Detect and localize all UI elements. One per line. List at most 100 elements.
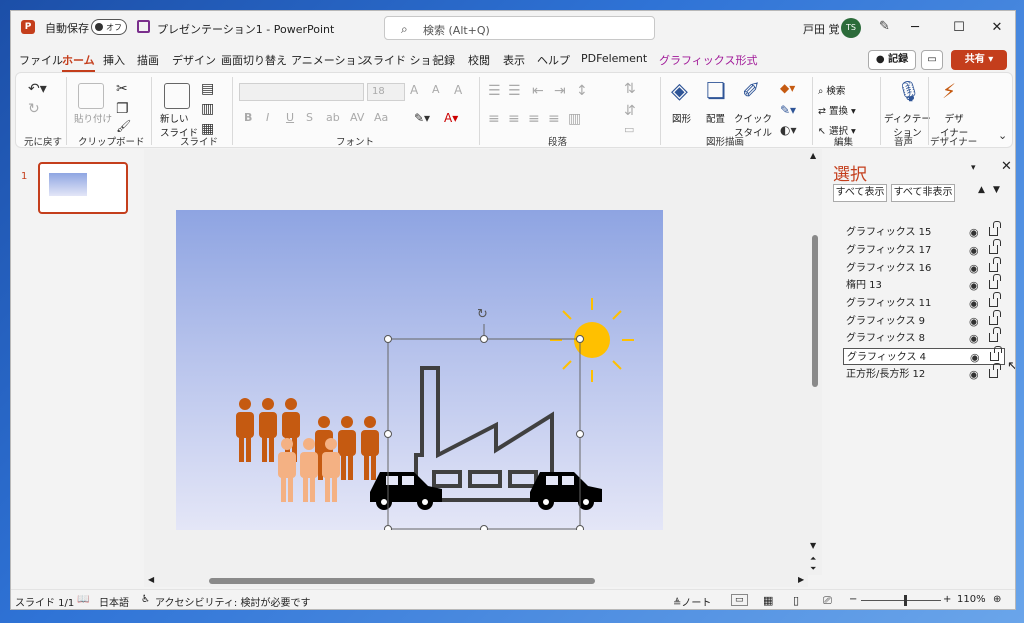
pane-options-icon[interactable]: ▾ [971,163,976,173]
comment-icon[interactable]: ▭ [921,50,943,70]
increase-indent-icon[interactable]: ⇥ [554,83,566,99]
selection-item-selected[interactable]: グラフィックス 4 ◉ [843,346,1005,365]
selection-item[interactable]: グラフィックス 8 ◉ [843,327,1005,347]
accessibility-status[interactable]: アクセシビリティ: 検討が必要です [155,594,310,609]
paste-label[interactable]: 貼り付け [74,111,112,125]
bullets-icon[interactable]: ☰ [488,83,501,99]
tab-insert[interactable]: 挿入 [103,52,125,68]
people-group-front[interactable] [278,438,340,502]
font-color-icon[interactable]: A▾ [444,111,458,125]
tab-pdfelement[interactable]: PDFelement [581,52,647,65]
align-center-icon[interactable]: ≡ [508,111,520,127]
tab-slideshow[interactable]: スライド ショー [362,52,443,68]
tab-transitions[interactable]: 画面切り替え [221,52,287,68]
quick-styles-icon[interactable]: ✐ [742,79,760,104]
rotate-handle-icon[interactable]: ↻ [477,307,488,322]
new-slide-icon[interactable] [164,83,190,109]
spellcheck-icon[interactable]: 📖 [77,594,89,605]
hide-all-button[interactable]: すべて非表示 [891,184,955,202]
selection-item[interactable]: グラフィックス 16 ◉ [843,257,1005,277]
microphone-icon[interactable]: 🎙 [896,79,921,103]
designer-icon[interactable]: ⚡ [942,79,956,103]
line-spacing-icon[interactable]: ↕ [576,83,588,99]
slide-canvas[interactable]: ↻ [176,210,663,530]
selection-item[interactable]: グラフィックス 17 ◉ [843,239,1005,259]
scroll-down-icon[interactable]: ▼ [810,541,816,550]
format-painter-icon[interactable]: 🖌 [116,119,131,133]
zoom-level[interactable]: 110% [957,594,986,605]
normal-view-icon[interactable]: ▭ [731,594,748,606]
car-right-graphic[interactable] [530,472,602,510]
shapes-label[interactable]: 図形 [672,111,691,125]
selection-item[interactable]: グラフィックス 15 ◉ [843,221,1005,241]
tab-review[interactable]: 校閲 [468,52,490,68]
tab-design[interactable]: デザイン [172,52,216,68]
fit-to-window-icon[interactable]: ⊕ [993,594,1001,605]
tab-record[interactable]: 記録 [433,52,455,68]
tab-graphics-format[interactable]: グラフィックス形式 [659,52,757,68]
numbering-icon[interactable]: ☰ [508,83,521,99]
bring-forward-icon[interactable]: ▲ [978,185,985,195]
share-button[interactable]: 共有 ▾ [951,50,1007,70]
shrink-font-icon[interactable]: A [432,83,440,96]
tab-help[interactable]: ヘルプ [537,52,570,68]
selection-item[interactable]: 正方形/長方形 12 ◉ [843,363,1005,383]
slide-thumbnail[interactable] [38,162,128,214]
font-name-field[interactable] [239,83,364,101]
shadow-icon[interactable]: S [306,111,313,124]
user-name[interactable]: 戸田 覚 [803,21,840,37]
cut-icon[interactable]: ✂ [116,81,128,97]
avatar[interactable]: TS [841,18,861,38]
tab-home[interactable]: ホーム [62,52,95,72]
tab-view[interactable]: 表示 [503,52,525,68]
collapse-ribbon-icon[interactable]: ⌄ [998,129,1007,142]
vertical-scroll-thumb[interactable] [812,235,818,387]
close-button[interactable]: ✕ [983,17,1011,39]
paste-icon[interactable] [78,83,104,109]
layout-icon[interactable]: ▤ [201,81,214,97]
search-box[interactable]: ⌕ 検索 (Alt+Q) [384,16,655,40]
spacing-icon[interactable]: AV [350,111,364,124]
autosave-toggle[interactable]: オフ [91,19,127,35]
tab-file[interactable]: ファイル [19,52,63,68]
horizontal-scroll-thumb[interactable] [209,578,595,584]
car-left-graphic[interactable] [370,472,442,510]
shape-effects-icon[interactable]: ◐▾ [780,123,797,137]
zoom-slider-thumb[interactable] [904,595,907,606]
pane-close-icon[interactable]: ✕ [1001,159,1012,174]
scroll-left-icon[interactable]: ◀ [148,575,154,584]
notes-button[interactable]: ≜ノート [673,594,711,609]
redo-icon[interactable]: ↻ [28,101,40,117]
underline-icon[interactable]: U [286,111,294,124]
tab-draw[interactable]: 描画 [137,52,159,68]
maximize-button[interactable]: ☐ [945,17,973,39]
italic-icon[interactable]: I [266,111,269,124]
selection-item[interactable]: グラフィックス 9 ◉ [843,310,1005,330]
scroll-right-icon[interactable]: ▶ [798,575,804,584]
accessibility-icon[interactable]: ♿ [141,594,150,605]
columns-icon[interactable]: ▥ [568,111,581,127]
undo-icon[interactable]: ↶▾ [28,81,47,97]
justify-icon[interactable]: ≡ [548,111,560,127]
save-icon[interactable] [137,20,150,33]
tab-animations[interactable]: アニメーション [291,52,368,68]
arrange-label[interactable]: 配置 [706,111,725,125]
selection-item[interactable]: グラフィックス 11 ◉ [843,292,1005,312]
shapes-icon[interactable]: ◈ [671,79,688,104]
align-left-icon[interactable]: ≡ [488,111,500,127]
send-backward-icon[interactable]: ▼ [993,185,1000,195]
slide-sorter-icon[interactable]: ▦ [763,594,773,607]
reset-icon[interactable]: ▥ [201,101,214,117]
sun-graphic[interactable] [550,298,634,382]
show-all-button[interactable]: すべて表示 [833,184,887,202]
prev-slide-icon[interactable]: ⏶ [810,554,816,564]
font-size-field[interactable]: 18 [367,83,405,101]
reading-view-icon[interactable]: ▯ [793,594,799,607]
strikethrough-icon[interactable]: ab [326,111,340,124]
zoom-in-icon[interactable]: + [943,594,951,605]
zoom-out-icon[interactable]: − [849,594,857,605]
record-button[interactable]: ● 記録 [868,50,916,70]
shape-fill-icon[interactable]: ◆▾ [780,81,795,95]
pen-icon[interactable]: ✎ [879,19,890,34]
highlight-icon[interactable]: ✎▾ [414,111,430,125]
